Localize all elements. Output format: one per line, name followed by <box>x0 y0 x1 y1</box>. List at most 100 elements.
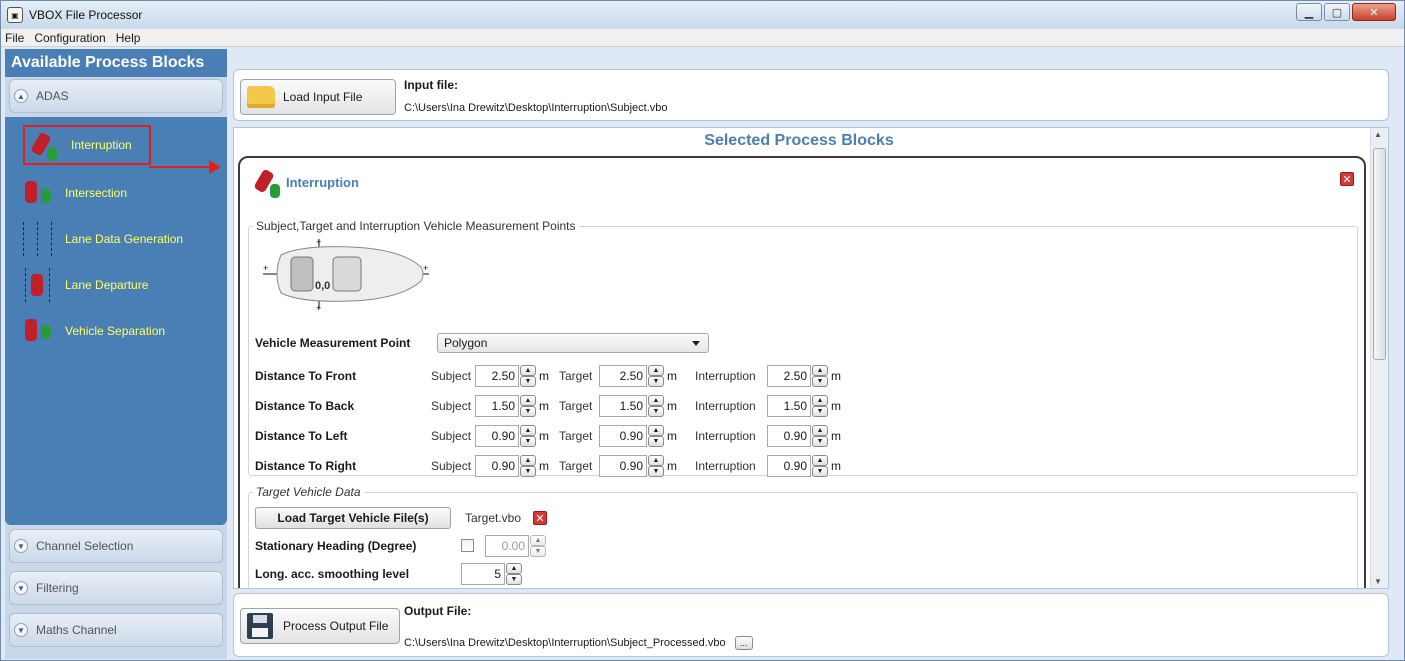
target-value-input[interactable]: 0.90 <box>599 455 647 477</box>
stationary-heading-spinner[interactable]: ▲ ▼ <box>530 535 546 557</box>
load-target-vehicle-button[interactable]: Load Target Vehicle File(s) <box>255 507 451 529</box>
interruption-value-input[interactable]: 2.50 <box>767 365 811 387</box>
target-spinner[interactable]: ▲ ▼ <box>648 395 664 417</box>
spin-up-icon[interactable]: ▲ <box>520 365 536 376</box>
vehicle-separation-icon <box>19 313 59 349</box>
spin-up-icon[interactable]: ▲ <box>648 425 664 436</box>
spin-down-icon[interactable]: ▼ <box>520 376 536 387</box>
remove-target-file-icon[interactable]: ✕ <box>533 511 547 525</box>
sidebar-item-label: Vehicle Separation <box>65 324 166 338</box>
interruption-value-input[interactable]: 1.50 <box>767 395 811 417</box>
smoothing-level-spinner[interactable]: ▲ ▼ <box>506 563 522 585</box>
spin-down-icon[interactable]: ▼ <box>520 436 536 447</box>
process-output-file-button[interactable]: Process Output File <box>240 608 400 644</box>
scroll-down-icon[interactable]: ▼ <box>1374 577 1382 586</box>
target-spinner[interactable]: ▲ ▼ <box>648 425 664 447</box>
spin-down-icon[interactable]: ▼ <box>648 436 664 447</box>
diagram-origin-label: 0,0 <box>315 280 331 292</box>
spin-up-icon[interactable]: ▲ <box>648 395 664 406</box>
interruption-spinner[interactable]: ▲ ▼ <box>812 395 828 417</box>
maximize-button[interactable]: ▢ <box>1324 3 1350 21</box>
process-output-label: Process Output File <box>283 619 389 633</box>
chevron-down-icon: ▼ <box>14 623 28 637</box>
section-adas-header[interactable]: ▲ ADAS <box>9 79 223 113</box>
target-value-input[interactable]: 1.50 <box>599 395 647 417</box>
sidebar-item-interruption[interactable]: Interruption <box>23 125 151 165</box>
vertical-scrollbar[interactable]: ▲ ▼ <box>1370 128 1388 588</box>
target-value-input[interactable]: 0.90 <box>599 425 647 447</box>
spin-down-icon[interactable]: ▼ <box>648 376 664 387</box>
interruption-spinner[interactable]: ▲ ▼ <box>812 455 828 477</box>
target-spinner[interactable]: ▲ ▼ <box>648 365 664 387</box>
vbox-app-icon: ▣ <box>7 7 23 23</box>
browse-output-button[interactable]: ... <box>734 636 753 650</box>
spin-down-icon[interactable]: ▼ <box>812 406 828 417</box>
remove-block-icon[interactable]: ✕ <box>1340 172 1354 186</box>
subject-spinner[interactable]: ▲ ▼ <box>520 365 536 387</box>
spin-down-icon[interactable]: ▼ <box>812 466 828 477</box>
spin-down-icon[interactable]: ▼ <box>520 406 536 417</box>
spin-up-icon[interactable]: ▲ <box>520 425 536 436</box>
spin-up-icon[interactable]: ▲ <box>812 365 828 376</box>
interruption-label: Interruption <box>695 369 756 383</box>
section-filtering-header[interactable]: ▼ Filtering <box>9 571 223 605</box>
spin-up-icon[interactable]: ▲ <box>812 425 828 436</box>
interruption-value-input[interactable]: 0.90 <box>767 455 811 477</box>
scroll-up-icon[interactable]: ▲ <box>1374 130 1382 139</box>
smoothing-level-input[interactable]: 5 <box>461 563 505 585</box>
subject-spinner[interactable]: ▲ ▼ <box>520 425 536 447</box>
sidebar-item-lane-departure[interactable]: Lane Departure <box>19 265 209 305</box>
subject-value-input[interactable]: 0.90 <box>475 455 519 477</box>
spin-down-icon[interactable]: ▼ <box>506 574 522 585</box>
subject-value-input[interactable]: 2.50 <box>475 365 519 387</box>
target-value-input[interactable]: 2.50 <box>599 365 647 387</box>
interruption-spinner[interactable]: ▲ ▼ <box>812 425 828 447</box>
sidebar-item-lane-data-generation[interactable]: Lane Data Generation <box>19 219 209 259</box>
spin-up-icon[interactable]: ▲ <box>506 563 522 574</box>
spin-down-icon[interactable]: ▼ <box>812 436 828 447</box>
section-channel-selection-header[interactable]: ▼ Channel Selection <box>9 529 223 563</box>
svg-text:+: + <box>263 263 268 273</box>
section-maths-channel-header[interactable]: ▼ Maths Channel <box>9 613 223 647</box>
spin-down-icon[interactable]: ▼ <box>530 546 546 557</box>
interruption-value-input[interactable]: 0.90 <box>767 425 811 447</box>
scroll-thumb[interactable] <box>1373 148 1386 360</box>
unit-label: m <box>667 399 677 413</box>
menu-configuration[interactable]: Configuration <box>34 31 105 45</box>
subject-value-input[interactable]: 0.90 <box>475 425 519 447</box>
spin-down-icon[interactable]: ▼ <box>812 376 828 387</box>
spin-up-icon[interactable]: ▲ <box>812 455 828 466</box>
spin-up-icon[interactable]: ▲ <box>520 455 536 466</box>
stationary-heading-input[interactable]: 0.00 <box>485 535 529 557</box>
svg-text:+: + <box>316 237 321 247</box>
minimize-button[interactable]: ▁ <box>1296 3 1322 21</box>
spin-down-icon[interactable]: ▼ <box>648 466 664 477</box>
menu-help[interactable]: Help <box>116 31 141 45</box>
window-title: VBOX File Processor <box>29 8 143 22</box>
spin-up-icon[interactable]: ▲ <box>648 365 664 376</box>
close-window-button[interactable]: ✕ <box>1352 3 1396 21</box>
subject-label: Subject <box>431 399 472 413</box>
menu-file[interactable]: File <box>5 31 24 45</box>
target-spinner[interactable]: ▲ ▼ <box>648 455 664 477</box>
app-window: ▣ VBOX File Processor ▁ ▢ ✕ File Configu… <box>0 0 1405 661</box>
spin-down-icon[interactable]: ▼ <box>520 466 536 477</box>
vmp-label: Vehicle Measurement Point <box>255 336 411 350</box>
spin-up-icon[interactable]: ▲ <box>530 535 546 546</box>
subject-value-input[interactable]: 1.50 <box>475 395 519 417</box>
window-controls: ▁ ▢ ✕ <box>1296 3 1396 21</box>
spin-up-icon[interactable]: ▲ <box>520 395 536 406</box>
interruption-spinner[interactable]: ▲ ▼ <box>812 365 828 387</box>
vmp-dropdown[interactable]: Polygon <box>437 333 709 353</box>
spin-down-icon[interactable]: ▼ <box>648 406 664 417</box>
subject-spinner[interactable]: ▲ ▼ <box>520 395 536 417</box>
sidebar-item-label: Interruption <box>71 138 132 152</box>
spin-up-icon[interactable]: ▲ <box>812 395 828 406</box>
stationary-heading-checkbox[interactable] <box>461 539 474 552</box>
sidebar-item-vehicle-separation[interactable]: Vehicle Separation <box>19 311 209 351</box>
sidebar-item-intersection[interactable]: Intersection <box>19 173 209 213</box>
load-input-file-button[interactable]: Load Input File <box>240 79 396 115</box>
subject-spinner[interactable]: ▲ ▼ <box>520 455 536 477</box>
spin-up-icon[interactable]: ▲ <box>648 455 664 466</box>
unit-label: m <box>667 369 677 383</box>
